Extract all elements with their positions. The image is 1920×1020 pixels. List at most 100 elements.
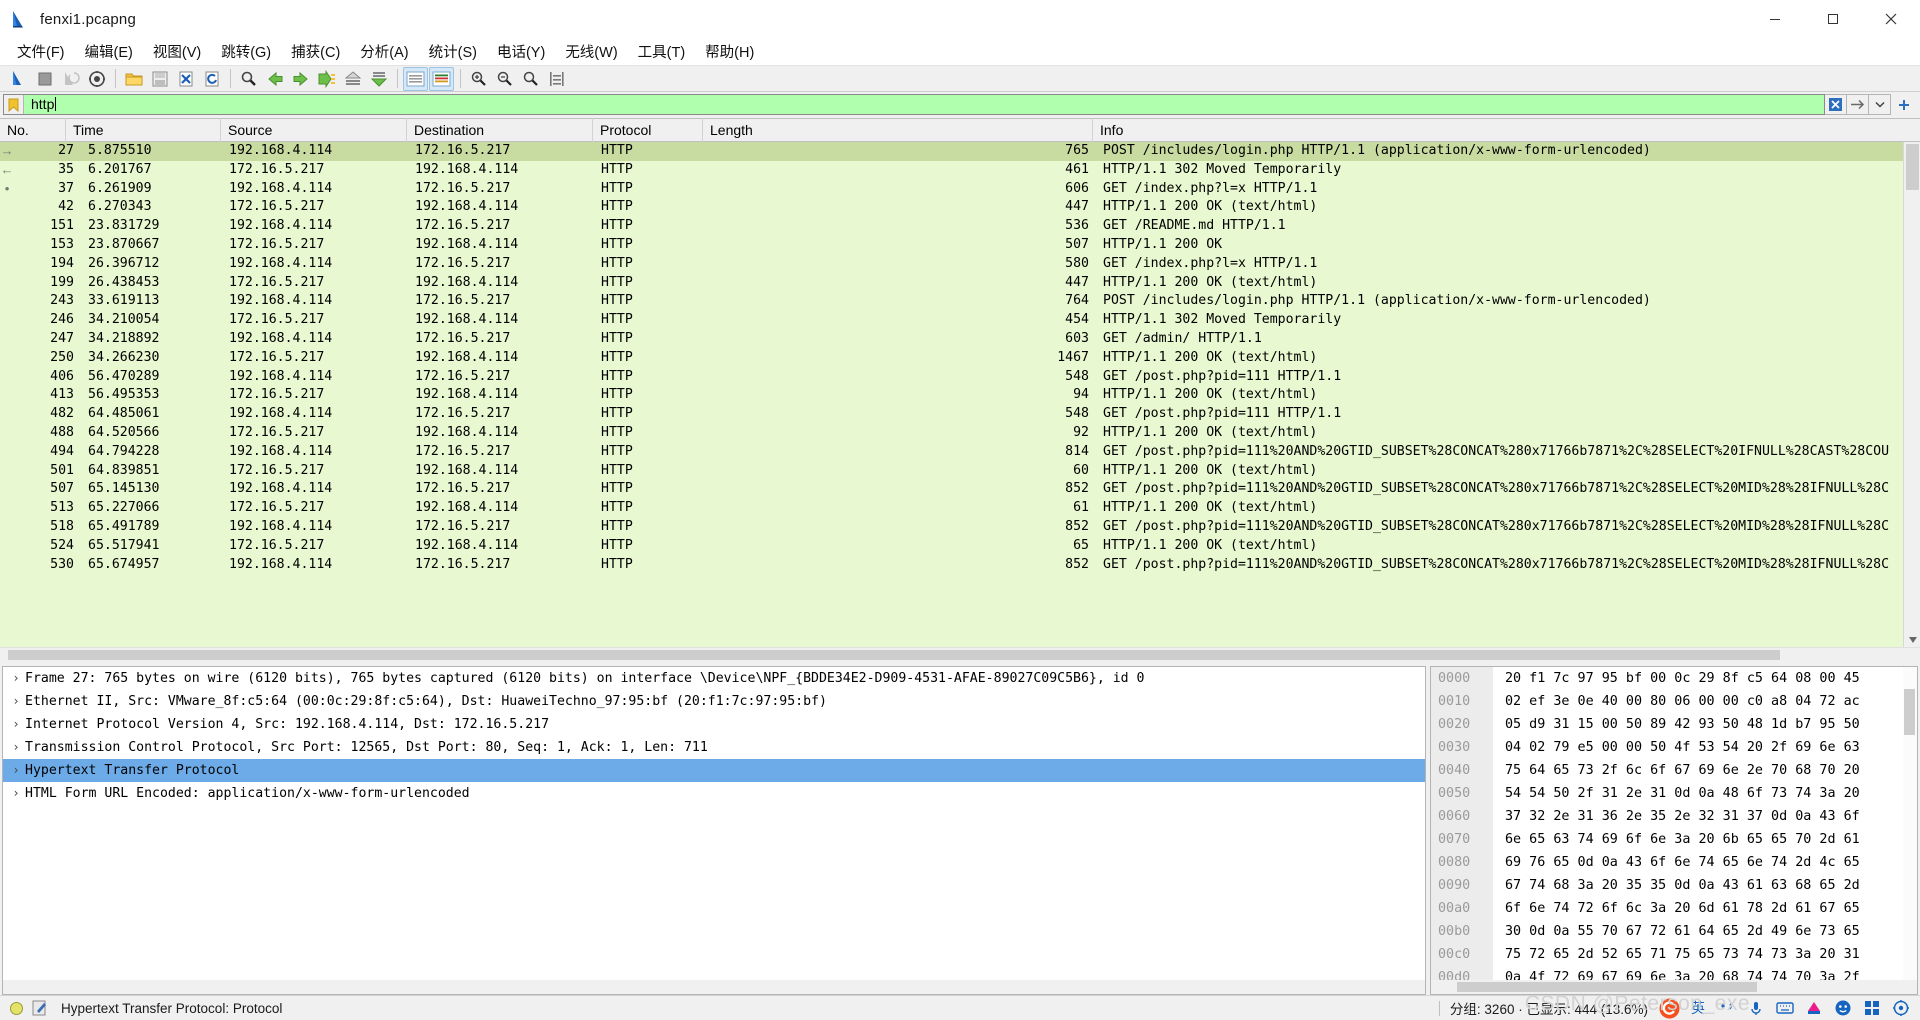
ime-keyboard-icon[interactable] xyxy=(1774,997,1796,1019)
packet-bytes-pane[interactable]: 0000 20 f1 7c 97 95 bf 00 0c 29 8f c5 64 … xyxy=(1430,666,1918,995)
menu-capture[interactable]: 捕获(C) xyxy=(282,38,349,65)
ime-apps-icon[interactable] xyxy=(1861,997,1883,1019)
menu-go[interactable]: 跳转(G) xyxy=(212,38,280,65)
minimize-button[interactable] xyxy=(1746,0,1804,38)
table-row[interactable]: 501 64.839851 172.16.5.217 192.168.4.114 HTT… xyxy=(0,462,1920,481)
column-header-info[interactable]: Info xyxy=(1093,118,1920,142)
table-row[interactable]: 199 26.438453 172.16.5.217 192.168.4.114 HTT… xyxy=(0,274,1920,293)
zoom-in-icon[interactable] xyxy=(466,67,491,91)
table-row[interactable]: 413 56.495353 172.16.5.217 192.168.4.114 HTT… xyxy=(0,386,1920,405)
table-row[interactable]: 243 33.619113 192.168.4.114 172.16.5.217 HTT… xyxy=(0,292,1920,311)
zoom-reset-icon[interactable] xyxy=(518,67,543,91)
hex-dump-row[interactable]: 00d0 0a 4f 72 69 67 69 6e 3a 20 68 74 74 … xyxy=(1431,966,1917,980)
hex-dump-row[interactable]: 00b0 30 0d 0a 55 70 67 72 61 64 65 2d 49 … xyxy=(1431,920,1917,943)
table-row[interactable]: 530 65.674957 192.168.4.114 172.16.5.217 HTT… xyxy=(0,556,1920,575)
close-button[interactable] xyxy=(1862,0,1920,38)
table-row[interactable]: → 27 5.875510 192.168.4.114 172.16.5.217 HTTP… xyxy=(0,142,1920,161)
table-row[interactable]: 513 65.227066 172.16.5.217 192.168.4.114 HTT… xyxy=(0,499,1920,518)
column-header-protocol[interactable]: Protocol xyxy=(593,118,703,142)
close-file-icon[interactable] xyxy=(173,67,198,91)
table-row[interactable]: 246 34.210054 172.16.5.217 192.168.4.114 HTT… xyxy=(0,311,1920,330)
packet-detail-pane[interactable]: › Frame 27: 765 bytes on wire (6120 bits)… xyxy=(2,666,1426,995)
hex-dump-row[interactable]: 0080 69 76 65 0d 0a 43 6f 6e 74 65 6e 74 … xyxy=(1431,851,1917,874)
open-file-icon[interactable] xyxy=(121,67,146,91)
capture-options-icon[interactable] xyxy=(84,67,109,91)
detail-tree-item[interactable]: › Ethernet II, Src: VMware_8f:c5:64 (00:0… xyxy=(3,690,1425,713)
chevron-right-icon[interactable]: › xyxy=(7,736,25,759)
resize-columns-icon[interactable] xyxy=(544,67,569,91)
packet-bytes-body[interactable]: 0000 20 f1 7c 97 95 bf 00 0c 29 8f c5 64 … xyxy=(1431,667,1917,980)
save-file-icon[interactable] xyxy=(147,67,172,91)
column-header-source[interactable]: Source xyxy=(221,118,407,142)
autoscroll-icon[interactable] xyxy=(403,66,428,91)
menu-analyze[interactable]: 分析(A) xyxy=(351,38,417,65)
ime-punctuation-icon[interactable] xyxy=(1716,997,1738,1019)
chevron-right-icon[interactable]: › xyxy=(7,667,25,690)
ime-emoji-icon[interactable] xyxy=(1832,997,1854,1019)
maximize-button[interactable] xyxy=(1804,0,1862,38)
stop-capture-icon[interactable] xyxy=(32,67,57,91)
detail-tree-item[interactable]: › HTML Form URL Encoded: application/x-ww… xyxy=(3,782,1425,805)
table-row[interactable]: 488 64.520566 172.16.5.217 192.168.4.114 HTT… xyxy=(0,424,1920,443)
table-row[interactable]: 507 65.145130 192.168.4.114 172.16.5.217 HTT… xyxy=(0,480,1920,499)
table-row[interactable]: 482 64.485061 192.168.4.114 172.16.5.217 HTT… xyxy=(0,405,1920,424)
menu-tools[interactable]: 工具(T) xyxy=(629,38,695,65)
column-header-length[interactable]: Length xyxy=(703,118,1093,142)
menu-telephony[interactable]: 电话(Y) xyxy=(488,38,554,65)
hex-dump-row[interactable]: 0040 75 64 65 73 2f 6c 6f 67 69 6e 2e 70 … xyxy=(1431,759,1917,782)
add-filter-button-icon[interactable] xyxy=(1891,94,1917,115)
ime-skin-icon[interactable] xyxy=(1803,997,1825,1019)
table-row[interactable]: 194 26.396712 192.168.4.114 172.16.5.217 HTT… xyxy=(0,255,1920,274)
table-row[interactable]: 153 23.870667 172.16.5.217 192.168.4.114 HTT… xyxy=(0,236,1920,255)
reload-file-icon[interactable] xyxy=(199,67,224,91)
bytes-hscrollbar-thumb[interactable] xyxy=(1457,982,1757,992)
menu-edit[interactable]: 编辑(E) xyxy=(76,38,142,65)
bytes-scrollbar-thumb[interactable] xyxy=(1904,689,1915,735)
hscrollbar-thumb[interactable] xyxy=(8,650,1780,660)
hex-dump-row[interactable]: 0000 20 f1 7c 97 95 bf 00 0c 29 8f c5 64 … xyxy=(1431,667,1917,690)
table-row[interactable]: ← 35 6.201767 172.16.5.217 192.168.4.114 HTTP… xyxy=(0,161,1920,180)
chevron-right-icon[interactable]: › xyxy=(7,690,25,713)
table-row[interactable]: 42 6.270343 172.16.5.217 192.168.4.114 HTTP 4… xyxy=(0,198,1920,217)
packet-bytes-hscrollbar[interactable] xyxy=(1431,980,1917,994)
menu-view[interactable]: 视图(V) xyxy=(144,38,210,65)
menu-file[interactable]: 文件(F) xyxy=(8,38,74,65)
packet-list-scrollbar[interactable] xyxy=(1903,142,1920,647)
go-to-packet-icon[interactable] xyxy=(314,67,339,91)
table-row[interactable]: 250 34.266230 172.16.5.217 192.168.4.114 HTT… xyxy=(0,349,1920,368)
column-header-no[interactable]: No. xyxy=(0,118,66,142)
restart-capture-icon[interactable] xyxy=(58,67,83,91)
detail-tree-item[interactable]: › Internet Protocol Version 4, Src: 192.1… xyxy=(3,713,1425,736)
packet-detail-hscrollbar[interactable] xyxy=(3,980,1425,994)
expert-info-bulb-icon[interactable] xyxy=(10,1001,23,1015)
go-to-last-icon[interactable] xyxy=(366,67,391,91)
column-header-time[interactable]: Time xyxy=(66,118,221,142)
colorize-icon[interactable] xyxy=(429,66,454,91)
menu-statistics[interactable]: 统计(S) xyxy=(420,38,486,65)
hex-dump-row[interactable]: 0060 37 32 2e 31 36 2e 35 2e 32 31 37 0d … xyxy=(1431,805,1917,828)
start-capture-icon[interactable] xyxy=(6,67,31,91)
hex-dump-row[interactable]: 0020 05 d9 31 15 00 50 89 42 93 50 48 1d … xyxy=(1431,713,1917,736)
hex-dump-row[interactable]: 00a0 6f 6e 74 72 6f 6c 3a 20 6d 61 78 2d … xyxy=(1431,897,1917,920)
clear-filter-icon[interactable] xyxy=(1825,94,1847,115)
go-to-first-icon[interactable] xyxy=(340,67,365,91)
table-row[interactable]: 518 65.491789 192.168.4.114 172.16.5.217 HTT… xyxy=(0,518,1920,537)
menu-help[interactable]: 帮助(H) xyxy=(696,38,763,65)
packet-bytes-scrollbar[interactable] xyxy=(1903,667,1917,980)
packet-list-body[interactable]: → 27 5.875510 192.168.4.114 172.16.5.217 HTTP… xyxy=(0,142,1920,647)
hex-dump-row[interactable]: 0070 6e 65 63 74 69 6f 6e 3a 20 6b 65 65 … xyxy=(1431,828,1917,851)
hex-dump-row[interactable]: 0010 02 ef 3e 0e 40 00 80 06 00 00 c0 a8 … xyxy=(1431,690,1917,713)
find-packet-icon[interactable] xyxy=(236,67,261,91)
table-row[interactable]: 494 64.794228 192.168.4.114 172.16.5.217 HTT… xyxy=(0,443,1920,462)
scrollbar-thumb[interactable] xyxy=(1906,144,1919,190)
ime-settings-icon[interactable] xyxy=(1890,997,1912,1019)
hex-dump-row[interactable]: 0090 67 74 68 3a 20 35 35 0d 0a 43 61 63 … xyxy=(1431,874,1917,897)
chevron-right-icon[interactable]: › xyxy=(7,782,25,805)
scroll-down-icon[interactable] xyxy=(1904,632,1920,647)
hex-dump-row[interactable]: 0030 04 02 79 e5 00 00 50 4f 53 54 20 2f … xyxy=(1431,736,1917,759)
chevron-right-icon[interactable]: › xyxy=(7,759,25,782)
hex-dump-row[interactable]: 00c0 75 72 65 2d 52 65 71 75 65 73 74 73 … xyxy=(1431,943,1917,966)
zoom-out-icon[interactable] xyxy=(492,67,517,91)
table-row[interactable]: 406 56.470289 192.168.4.114 172.16.5.217 HTT… xyxy=(0,368,1920,387)
detail-tree-item[interactable]: › Hypertext Transfer Protocol xyxy=(3,759,1425,782)
